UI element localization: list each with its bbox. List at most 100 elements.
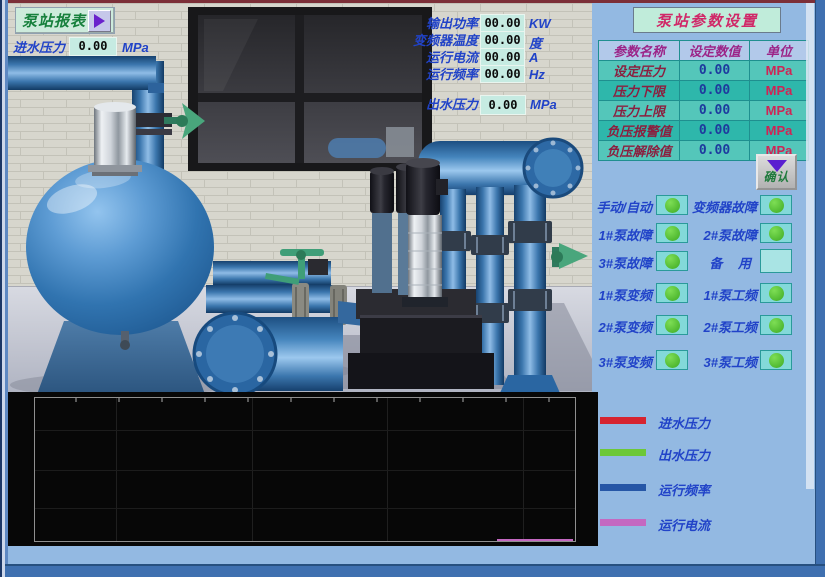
confirm-button-label: 确认 bbox=[763, 168, 789, 185]
status-label-pump3-mains: 3#泵工频 bbox=[675, 352, 757, 371]
param-value[interactable]: 0.00 bbox=[680, 101, 750, 121]
inverter-temp-label: 变频器温度 bbox=[385, 33, 478, 48]
col-unit: 单位 bbox=[750, 41, 809, 61]
table-row: 压力上限 0.00 MPa bbox=[599, 101, 809, 121]
hmi-screen: 泵站报表 进水压力 0.00 MPa 输出功率 00.00 KW 变频器温度 0… bbox=[0, 0, 825, 577]
axis-tick bbox=[548, 398, 550, 402]
axis-tick bbox=[462, 398, 464, 402]
param-unit: MPa bbox=[750, 61, 809, 81]
outlet-pressure-label: 出水压力 bbox=[385, 97, 478, 112]
param-name: 设定压力 bbox=[599, 61, 680, 81]
status-label-pump1-vfd: 1#泵变频 bbox=[570, 285, 652, 304]
axis-tick bbox=[204, 398, 206, 402]
param-unit: MPa bbox=[750, 81, 809, 101]
status-lamp-spare bbox=[760, 249, 792, 273]
legend-label-outlet: 出水压力 bbox=[658, 445, 710, 464]
output-power-value: 00.00 bbox=[480, 14, 525, 32]
param-unit: MPa bbox=[750, 101, 809, 121]
tank-top-cylinder bbox=[88, 102, 142, 176]
status-label-pump1-fault: 1#泵故障 bbox=[570, 225, 652, 244]
status-label-pump2-mains: 2#泵工频 bbox=[675, 317, 757, 336]
window bbox=[188, 7, 432, 171]
run-frequency-label: 运行频率 bbox=[385, 67, 478, 82]
report-button-label: 泵站报表 bbox=[22, 10, 86, 31]
axis-tick bbox=[118, 398, 120, 402]
output-power-label: 输出功率 bbox=[385, 16, 478, 31]
legend-swatch-current bbox=[600, 519, 646, 526]
pressure-tank bbox=[26, 159, 214, 335]
trend-chart bbox=[8, 392, 598, 546]
axis-tick bbox=[161, 398, 163, 402]
parameter-table: 参数名称 设定数值 单位 设定压力 0.00 MPa 压力下限 0.00 MPa… bbox=[598, 40, 809, 161]
param-name: 负压解除值 bbox=[599, 141, 680, 161]
axis-tick bbox=[75, 398, 77, 402]
inlet-pressure-value: 0.00 bbox=[69, 37, 117, 56]
inlet-pressure-unit: MPa bbox=[122, 40, 149, 55]
table-row: 负压报警值 0.00 MPa bbox=[599, 121, 809, 141]
legend-label-inlet: 进水压力 bbox=[658, 413, 710, 432]
param-value[interactable]: 0.00 bbox=[680, 61, 750, 81]
axis-tick bbox=[333, 398, 335, 402]
legend-label-frequency: 运行频率 bbox=[658, 480, 710, 499]
lamp-icon bbox=[769, 353, 784, 368]
suction-manifold bbox=[194, 249, 347, 392]
status-label-pump2-fault: 2#泵故障 bbox=[675, 225, 757, 244]
run-frequency-unit: Hz bbox=[529, 67, 545, 82]
run-current-trace bbox=[497, 539, 573, 541]
table-row: 设定压力 0.00 MPa bbox=[599, 61, 809, 81]
status-label-manual-auto: 手动/自动 bbox=[570, 197, 652, 216]
axis-tick bbox=[419, 398, 421, 402]
axis-tick bbox=[376, 398, 378, 402]
status-lamp-pump2-mains bbox=[760, 315, 792, 335]
axis-tick bbox=[290, 398, 292, 402]
status-label-pump3-fault: 3#泵故障 bbox=[570, 253, 652, 272]
outlet-pressure-value: 0.00 bbox=[480, 95, 526, 115]
lamp-icon bbox=[769, 286, 784, 301]
grid-line bbox=[35, 430, 575, 431]
run-current-value: 00.00 bbox=[480, 48, 525, 66]
status-label-pump1-mains: 1#泵工频 bbox=[675, 285, 757, 304]
param-value[interactable]: 0.00 bbox=[680, 121, 750, 141]
lamp-icon bbox=[769, 226, 784, 241]
status-label-inverter-fault: 变频器故障 bbox=[675, 197, 757, 216]
output-power-unit: KW bbox=[529, 16, 551, 31]
grid-line bbox=[35, 508, 575, 509]
status-lamp-pump1-mains bbox=[760, 283, 792, 303]
inverter-temp-value: 00.00 bbox=[480, 31, 525, 49]
frame-border-top bbox=[8, 0, 825, 3]
status-lamp-pump2-fault bbox=[760, 223, 792, 243]
legend-swatch-inlet bbox=[600, 417, 646, 424]
legend-swatch-frequency bbox=[600, 484, 646, 491]
col-param-name: 参数名称 bbox=[599, 41, 680, 61]
settings-panel-title: 泵站参数设置 bbox=[633, 7, 781, 33]
status-label-pump3-vfd: 3#泵变频 bbox=[570, 352, 652, 371]
frame-border-left-inner bbox=[5, 0, 8, 577]
legend-swatch-outlet bbox=[600, 449, 646, 456]
legend-label-current: 运行电流 bbox=[658, 515, 710, 534]
inlet-pressure-label: 进水压力 bbox=[13, 40, 65, 55]
param-name: 压力下限 bbox=[599, 81, 680, 101]
axis-tick bbox=[505, 398, 507, 402]
param-value[interactable]: 0.00 bbox=[680, 81, 750, 101]
run-current-label: 运行电流 bbox=[385, 50, 478, 65]
param-name: 负压报警值 bbox=[599, 121, 680, 141]
axis-tick bbox=[247, 398, 249, 402]
param-name: 压力上限 bbox=[599, 101, 680, 121]
run-current-unit: A bbox=[529, 50, 538, 65]
report-button[interactable]: 泵站报表 bbox=[15, 7, 115, 34]
param-unit: MPa bbox=[750, 121, 809, 141]
panel-edge-highlight bbox=[806, 3, 814, 489]
frame-border-right bbox=[815, 0, 825, 577]
col-set-value: 设定数值 bbox=[680, 41, 750, 61]
status-label-spare: 备 用 bbox=[675, 253, 757, 272]
table-row: 压力下限 0.00 MPa bbox=[599, 81, 809, 101]
frame-border-bottom bbox=[5, 564, 825, 577]
lamp-icon bbox=[769, 318, 784, 333]
lamp-icon bbox=[769, 198, 784, 213]
table-header-row: 参数名称 设定数值 单位 bbox=[599, 41, 809, 61]
confirm-button[interactable]: 确认 bbox=[756, 154, 797, 190]
outlet-pressure-unit: MPa bbox=[530, 97, 557, 112]
status-label-pump2-vfd: 2#泵变频 bbox=[570, 317, 652, 336]
param-value[interactable]: 0.00 bbox=[680, 141, 750, 161]
status-lamp-inverter-fault bbox=[760, 195, 792, 215]
